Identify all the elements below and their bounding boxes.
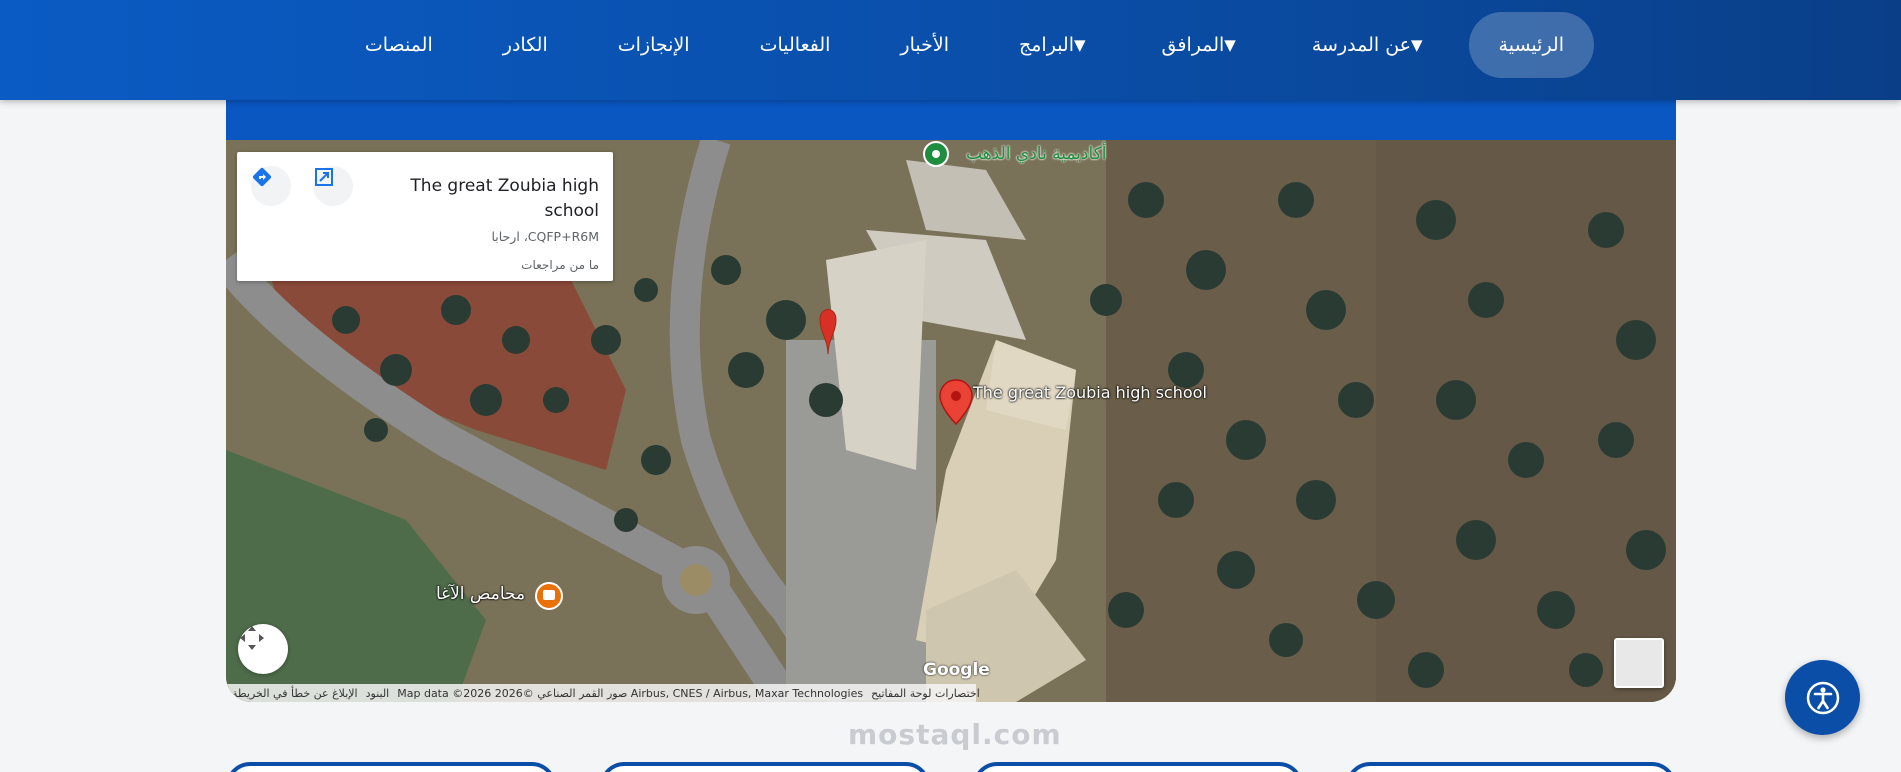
nav-item-label: الرئيسية	[1498, 34, 1564, 56]
nav-item-0[interactable]: الرئيسية	[1468, 12, 1594, 78]
main-menu: الرئيسية عن المدرسة ▼ المرافق ▼ البرامج ▼ الأخب…	[325, 12, 1594, 78]
nav-item-label: الفعاليات	[759, 34, 831, 56]
dropdown-caret-icon: ▼	[1411, 36, 1423, 54]
stat-card	[973, 762, 1303, 772]
dropdown-caret-icon: ▼	[1224, 36, 1236, 54]
nav-item-label: المنصات	[364, 34, 433, 56]
nav-item-4[interactable]: الأخبار	[870, 12, 979, 78]
nav-item-2[interactable]: المرافق ▼	[1132, 12, 1272, 78]
terms-link[interactable]: البنود	[366, 687, 390, 700]
nav-item-label: الأخبار	[900, 34, 949, 56]
nav-item-5[interactable]: الفعاليات	[730, 12, 861, 78]
nav-item-label: البرامج	[1018, 34, 1074, 56]
watermark: mostaql.com	[848, 718, 1062, 751]
dropdown-caret-icon: ▼	[1074, 36, 1086, 54]
poi-label-roastery[interactable]: محامص الآغا	[436, 584, 525, 604]
map-attribution-bar: الإبلاغ عن خطأ في الخريطة البنود Map dat…	[226, 684, 980, 702]
map-data-text: Map data ©2026 صور القمر الصناعي ©2026 A…	[397, 686, 864, 700]
accessibility-icon	[1806, 681, 1839, 714]
stat-card	[600, 762, 930, 772]
card-header-strip	[226, 100, 1676, 140]
directions-button[interactable]	[251, 166, 291, 206]
place-address: CQFP+R6M، ارحابا	[491, 229, 599, 244]
google-logo: Google	[923, 660, 990, 680]
report-error-link[interactable]: الإبلاغ عن خطأ في الخريطة	[232, 687, 358, 700]
stat-card	[226, 762, 556, 772]
open-in-new-icon	[315, 168, 333, 186]
nav-item-label: المرافق	[1161, 34, 1225, 56]
place-title[interactable]: The great Zoubia high school	[369, 174, 599, 224]
nav-item-label: الإنجازات	[617, 34, 690, 56]
google-map[interactable]: The great Zoubia high school أكاديمية نا…	[226, 140, 1676, 702]
place-info-card: The great Zoubia high school CQFP+R6M، ا…	[237, 152, 613, 281]
place-reviews[interactable]: ما من مراجعات	[521, 258, 599, 272]
nav-item-7[interactable]: الكادر	[473, 12, 578, 78]
nav-item-label: الكادر	[502, 34, 548, 56]
open-in-maps-button[interactable]	[313, 166, 353, 206]
keyboard-shortcuts-link[interactable]: اختصارات لوحة المفاتيح	[871, 687, 980, 700]
map-layer-toggle[interactable]	[1614, 638, 1664, 688]
map-move-control[interactable]	[238, 624, 288, 674]
nav-item-1[interactable]: عن المدرسة ▼	[1282, 12, 1459, 78]
nav-item-label: عن المدرسة	[1311, 34, 1411, 56]
top-navigation-bar: الرئيسية عن المدرسة ▼ المرافق ▼ البرامج ▼ الأخب…	[0, 0, 1901, 100]
pin-label: The great Zoubia high school	[973, 383, 1207, 402]
stat-card	[1346, 762, 1676, 772]
nav-item-8[interactable]: المنصات	[335, 12, 463, 78]
directions-icon	[252, 167, 272, 187]
location-pin-icon[interactable]	[938, 378, 974, 426]
move-arrows-icon	[240, 626, 264, 650]
nav-item-6[interactable]: الإنجازات	[588, 12, 720, 78]
nav-item-3[interactable]: البرامج ▼	[989, 12, 1122, 78]
accessibility-button[interactable]	[1785, 660, 1860, 735]
poi-label-academy[interactable]: أكاديمية نادي الذهب	[966, 144, 1106, 164]
